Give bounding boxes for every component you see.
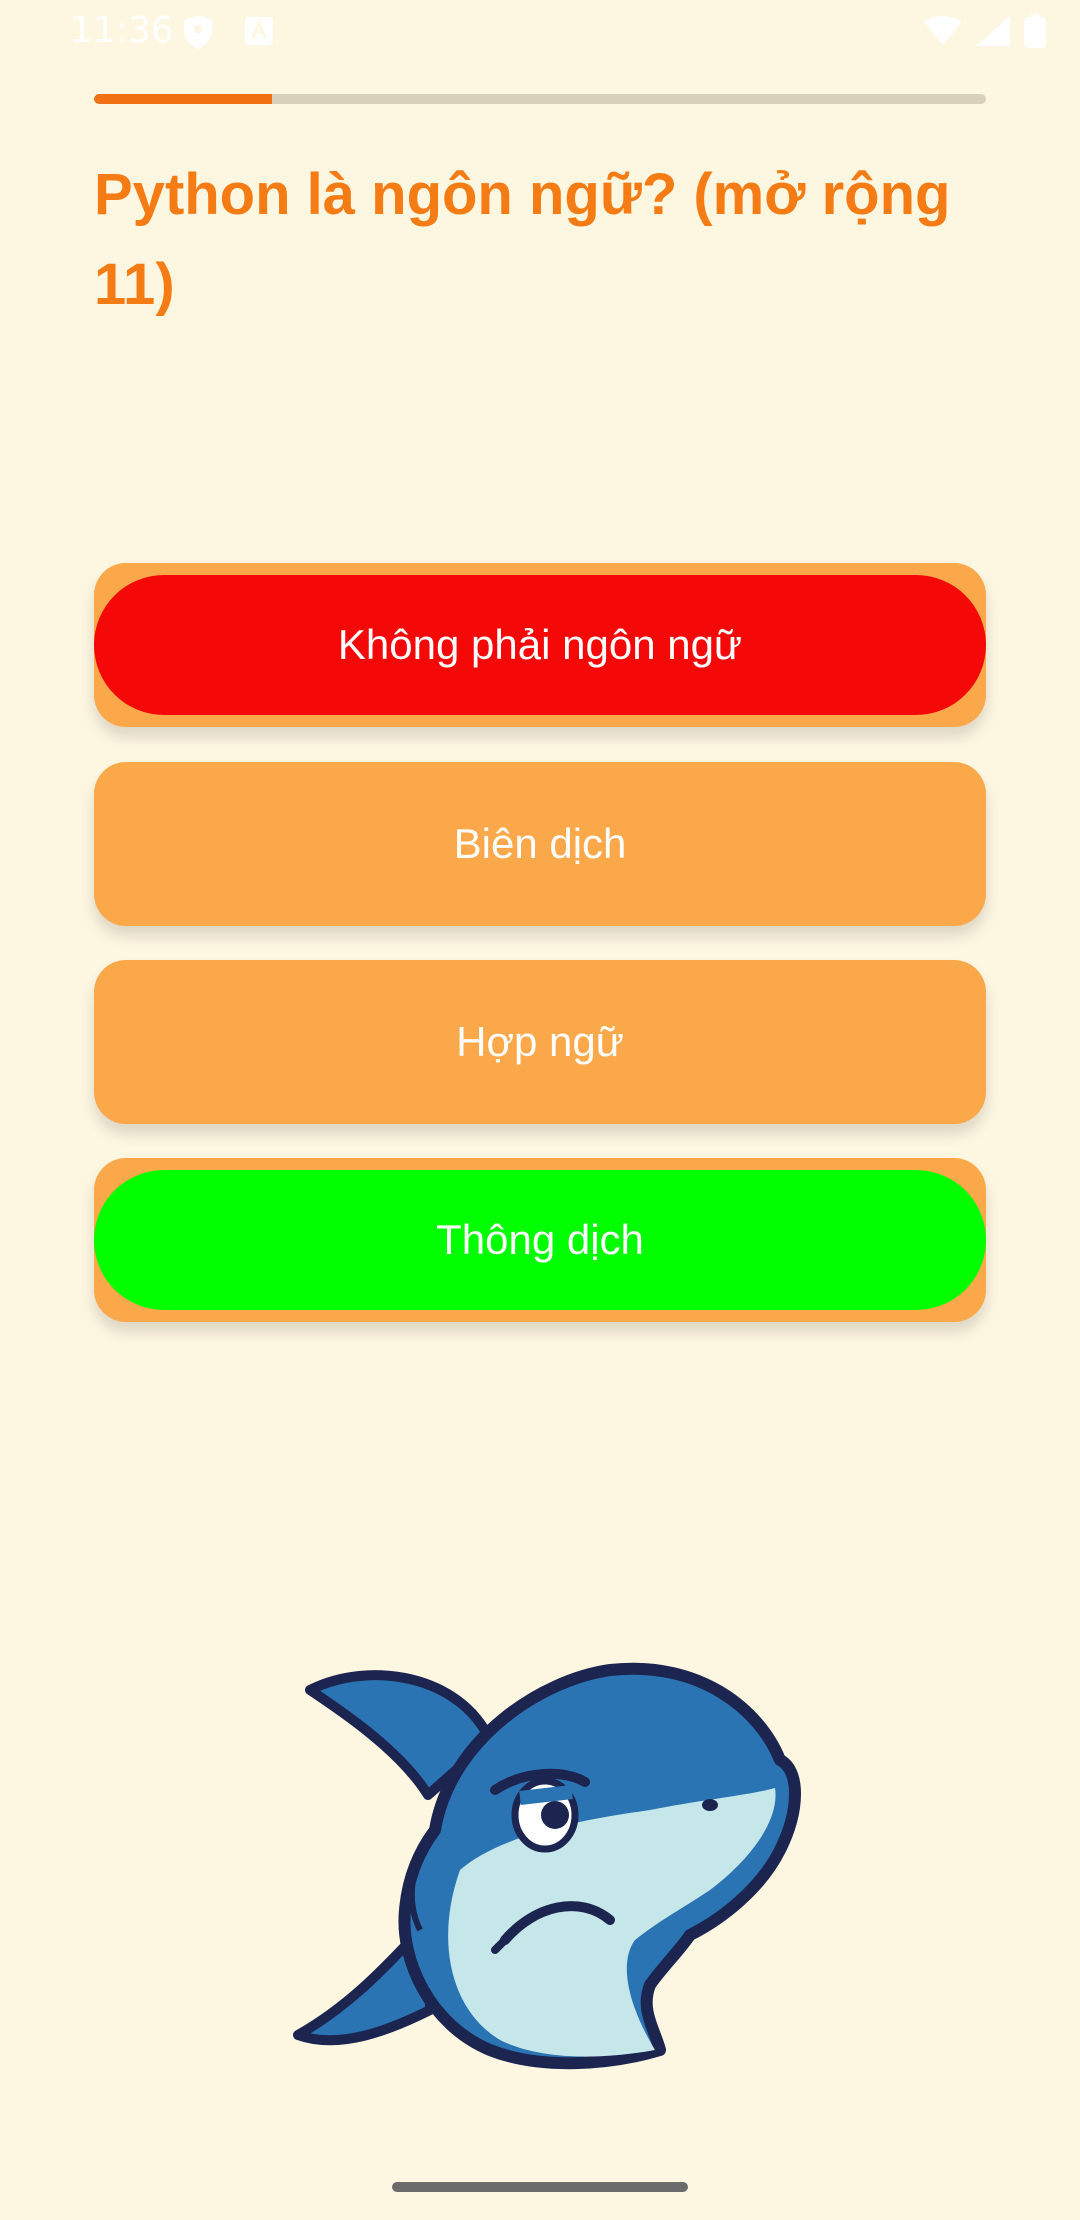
answer-label: Thông dịch <box>436 1216 644 1263</box>
shield-icon <box>182 14 214 54</box>
status-bar: 11:36 <box>0 0 1080 64</box>
answer-label: Không phải ngôn ngữ <box>337 621 743 668</box>
quiz-progress-fill <box>94 94 273 104</box>
answer-label: Hợp ngữ <box>456 1018 624 1065</box>
battery-icon <box>1024 14 1046 52</box>
quiz-progress-bar <box>94 94 986 104</box>
status-time: 11:36 <box>70 10 174 51</box>
answer-option[interactable]: Biên dịch <box>94 762 986 926</box>
app-a-icon <box>244 16 274 50</box>
question-title: Python là ngôn ngữ? (mở rộng 11) <box>94 162 951 317</box>
shark-mascot-icon <box>280 1620 820 2100</box>
signal-icon <box>976 16 1010 50</box>
answer-option[interactable]: Hợp ngữ <box>94 960 986 1124</box>
answer-option-correct[interactable]: Thông dịch <box>94 1158 986 1322</box>
wifi-icon <box>924 16 962 50</box>
answer-option-wrong[interactable]: Không phải ngôn ngữ <box>94 563 986 727</box>
answer-label: Biên dịch <box>453 820 627 867</box>
home-indicator[interactable] <box>392 2182 688 2192</box>
